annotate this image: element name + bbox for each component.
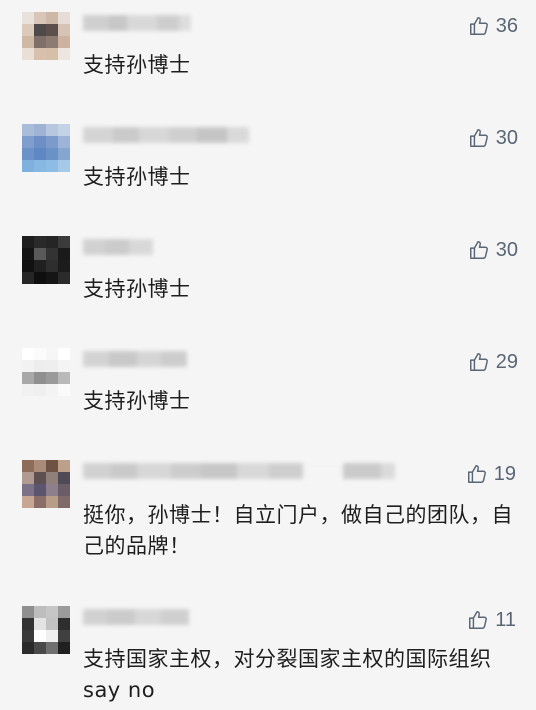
like-count: 11 xyxy=(495,609,516,631)
thumbs-up-icon xyxy=(467,465,486,483)
like-button[interactable]: 30 xyxy=(468,126,518,150)
like-button[interactable]: 29 xyxy=(468,350,518,374)
comment-text: 支持孙博士 xyxy=(83,277,191,301)
comment-text: 支持孙博士 xyxy=(83,389,191,413)
comment-text: 支持国家主权，对分裂国家主权的国际组织say no xyxy=(83,647,492,702)
thumbs-up-icon xyxy=(469,17,488,35)
avatar[interactable] xyxy=(22,348,70,396)
username-blurred[interactable] xyxy=(83,463,395,479)
comment-item: 36 支持孙博士 xyxy=(0,12,536,92)
username-blurred[interactable] xyxy=(83,351,187,367)
username-blurred[interactable] xyxy=(83,15,191,31)
like-button[interactable]: 30 xyxy=(468,238,518,262)
comment-list: 36 支持孙博士 30 支持孙博士 30 支持孙博士 29 支持孙博士 19 挺… xyxy=(0,0,536,710)
thumbs-up-icon xyxy=(469,129,488,147)
comment-text: 支持孙博士 xyxy=(83,165,191,189)
like-button[interactable]: 11 xyxy=(467,608,516,632)
thumbs-up-icon xyxy=(469,353,488,371)
avatar[interactable] xyxy=(22,460,70,508)
thumbs-up-icon xyxy=(469,611,488,629)
comment-item: 11 支持国家主权，对分裂国家主权的国际组织say no xyxy=(0,606,536,710)
avatar[interactable] xyxy=(22,12,70,60)
thumbs-up-icon xyxy=(469,241,488,259)
comment-item: 30 支持孙博士 xyxy=(0,236,536,316)
like-count: 30 xyxy=(495,127,518,149)
comment-item: 30 支持孙博士 xyxy=(0,124,536,204)
username-blurred[interactable] xyxy=(83,127,249,143)
comment-text: 挺你，孙博士！自立门户，做自己的团队，自己的品牌！ xyxy=(83,503,513,558)
like-count: 29 xyxy=(495,351,518,373)
like-button[interactable]: 36 xyxy=(468,14,518,38)
comment-item: 29 支持孙博士 xyxy=(0,348,536,428)
like-button[interactable]: 19 xyxy=(466,462,516,486)
avatar[interactable] xyxy=(22,124,70,172)
comment-text: 支持孙博士 xyxy=(83,53,191,77)
username-blurred[interactable] xyxy=(83,609,189,625)
avatar[interactable] xyxy=(22,606,70,654)
comment-item: 19 挺你，孙博士！自立门户，做自己的团队，自己的品牌！ xyxy=(0,460,536,580)
like-count: 36 xyxy=(495,15,518,37)
username-blurred[interactable] xyxy=(83,239,153,255)
avatar[interactable] xyxy=(22,236,70,284)
like-count: 19 xyxy=(493,463,516,485)
like-count: 30 xyxy=(495,239,518,261)
